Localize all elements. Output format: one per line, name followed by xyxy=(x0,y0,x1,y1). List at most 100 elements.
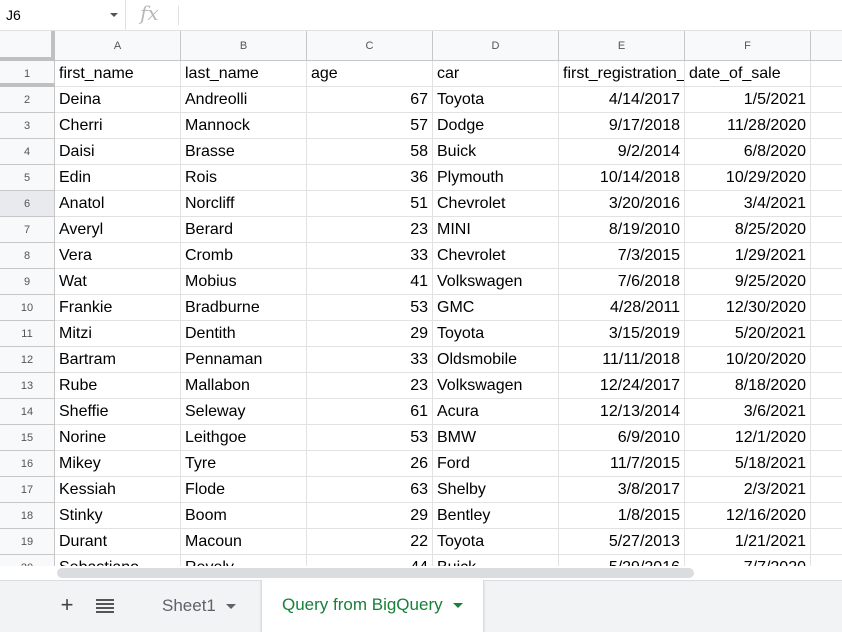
column-header-c[interactable]: C xyxy=(307,31,433,61)
row-header[interactable]: 3 xyxy=(0,113,55,139)
data-cell[interactable]: Edin xyxy=(55,165,181,191)
data-cell[interactable]: 61 xyxy=(307,399,433,425)
data-cell[interactable]: BMW xyxy=(433,425,559,451)
empty-cell[interactable] xyxy=(811,139,842,165)
data-cell[interactable]: Bradburne xyxy=(181,295,307,321)
data-cell[interactable]: 5/27/2013 xyxy=(559,529,685,555)
data-cell[interactable]: 33 xyxy=(307,347,433,373)
row-header[interactable]: 6 xyxy=(0,191,55,217)
empty-cell[interactable] xyxy=(811,503,842,529)
row-header[interactable]: 7 xyxy=(0,217,55,243)
data-cell[interactable]: Andreolli xyxy=(181,87,307,113)
data-cell[interactable]: Chevrolet xyxy=(433,243,559,269)
data-cell[interactable]: Daisi xyxy=(55,139,181,165)
data-cell[interactable]: 4/14/2017 xyxy=(559,87,685,113)
row-header[interactable]: 19 xyxy=(0,529,55,555)
data-cell[interactable]: Norine xyxy=(55,425,181,451)
data-cell[interactable]: 12/16/2020 xyxy=(685,503,811,529)
sheet-tab[interactable]: Sheet1 xyxy=(142,581,256,632)
data-cell[interactable]: Boom xyxy=(181,503,307,529)
data-cell[interactable]: 2/3/2021 xyxy=(685,477,811,503)
data-cell[interactable]: 26 xyxy=(307,451,433,477)
data-cell[interactable]: 11/7/2015 xyxy=(559,451,685,477)
data-cell[interactable]: 3/4/2021 xyxy=(685,191,811,217)
data-cell[interactable]: Toyota xyxy=(433,321,559,347)
data-cell[interactable]: 6/8/2020 xyxy=(685,139,811,165)
data-cell[interactable]: 3/15/2019 xyxy=(559,321,685,347)
data-cell[interactable]: 58 xyxy=(307,139,433,165)
data-cell[interactable]: 12/30/2020 xyxy=(685,295,811,321)
data-cell[interactable]: 3/20/2016 xyxy=(559,191,685,217)
column-header-d[interactable]: D xyxy=(433,31,559,61)
data-cell[interactable]: Rube xyxy=(55,373,181,399)
data-cell[interactable]: Buick xyxy=(433,139,559,165)
data-cell[interactable]: 3/6/2021 xyxy=(685,399,811,425)
row-header[interactable]: 5 xyxy=(0,165,55,191)
empty-cell[interactable] xyxy=(811,373,842,399)
data-cell[interactable]: 8/19/2010 xyxy=(559,217,685,243)
data-cell[interactable]: Toyota xyxy=(433,529,559,555)
empty-cell[interactable] xyxy=(811,243,842,269)
row-header[interactable]: 4 xyxy=(0,139,55,165)
data-cell[interactable]: Kessiah xyxy=(55,477,181,503)
column-title-cell[interactable]: date_of_sale xyxy=(685,61,811,87)
data-cell[interactable]: 22 xyxy=(307,529,433,555)
data-cell[interactable]: 53 xyxy=(307,425,433,451)
data-cell[interactable]: 1/8/2015 xyxy=(559,503,685,529)
data-cell[interactable]: Sheffie xyxy=(55,399,181,425)
data-cell[interactable]: GMC xyxy=(433,295,559,321)
data-cell[interactable]: Rois xyxy=(181,165,307,191)
data-cell[interactable]: Leithgoe xyxy=(181,425,307,451)
data-cell[interactable]: 6/9/2010 xyxy=(559,425,685,451)
data-cell[interactable]: 5/20/2021 xyxy=(685,321,811,347)
row-header[interactable]: 11 xyxy=(0,321,55,347)
data-cell[interactable]: Mallabon xyxy=(181,373,307,399)
cell-reference[interactable]: J6 xyxy=(6,7,21,23)
data-cell[interactable]: Berard xyxy=(181,217,307,243)
row-header[interactable]: 1 xyxy=(0,61,55,87)
data-cell[interactable]: Macoun xyxy=(181,529,307,555)
empty-cell[interactable] xyxy=(811,191,842,217)
row-header[interactable]: 14 xyxy=(0,399,55,425)
data-cell[interactable]: Mitzi xyxy=(55,321,181,347)
data-cell[interactable]: Stinky xyxy=(55,503,181,529)
data-cell[interactable]: 12/1/2020 xyxy=(685,425,811,451)
chevron-down-icon[interactable] xyxy=(452,603,463,609)
data-cell[interactable]: Brasse xyxy=(181,139,307,165)
data-cell[interactable]: Seleway xyxy=(181,399,307,425)
empty-cell[interactable] xyxy=(811,113,842,139)
data-cell[interactable]: Bentley xyxy=(433,503,559,529)
data-cell[interactable]: 5/18/2021 xyxy=(685,451,811,477)
column-title-cell[interactable]: first_name xyxy=(55,61,181,87)
data-cell[interactable]: 1/21/2021 xyxy=(685,529,811,555)
data-cell[interactable]: 67 xyxy=(307,87,433,113)
empty-cell[interactable] xyxy=(811,87,842,113)
data-cell[interactable]: Tyre xyxy=(181,451,307,477)
data-cell[interactable]: Dentith xyxy=(181,321,307,347)
data-cell[interactable]: 29 xyxy=(307,503,433,529)
data-cell[interactable]: 57 xyxy=(307,113,433,139)
data-cell[interactable]: 9/25/2020 xyxy=(685,269,811,295)
empty-cell[interactable] xyxy=(811,529,842,555)
data-cell[interactable]: Volkswagen xyxy=(433,373,559,399)
data-cell[interactable]: 1/5/2021 xyxy=(685,87,811,113)
data-cell[interactable]: Volkswagen xyxy=(433,269,559,295)
data-cell[interactable]: Vera xyxy=(55,243,181,269)
empty-cell[interactable] xyxy=(811,217,842,243)
data-cell[interactable]: 10/29/2020 xyxy=(685,165,811,191)
chevron-down-icon[interactable] xyxy=(225,604,236,610)
data-cell[interactable]: 12/24/2017 xyxy=(559,373,685,399)
row-header[interactable]: 17 xyxy=(0,477,55,503)
column-title-cell[interactable]: first_registration_ xyxy=(559,61,685,87)
data-cell[interactable]: Durant xyxy=(55,529,181,555)
data-cell[interactable]: 4/28/2011 xyxy=(559,295,685,321)
data-cell[interactable]: Chevrolet xyxy=(433,191,559,217)
empty-cell[interactable] xyxy=(811,399,842,425)
data-cell[interactable]: Toyota xyxy=(433,87,559,113)
data-cell[interactable]: Norcliff xyxy=(181,191,307,217)
data-cell[interactable]: 63 xyxy=(307,477,433,503)
column-header-a[interactable]: A xyxy=(55,31,181,61)
data-cell[interactable]: 9/2/2014 xyxy=(559,139,685,165)
empty-cell[interactable] xyxy=(811,295,842,321)
all-sheets-list-icon[interactable] xyxy=(96,599,114,613)
